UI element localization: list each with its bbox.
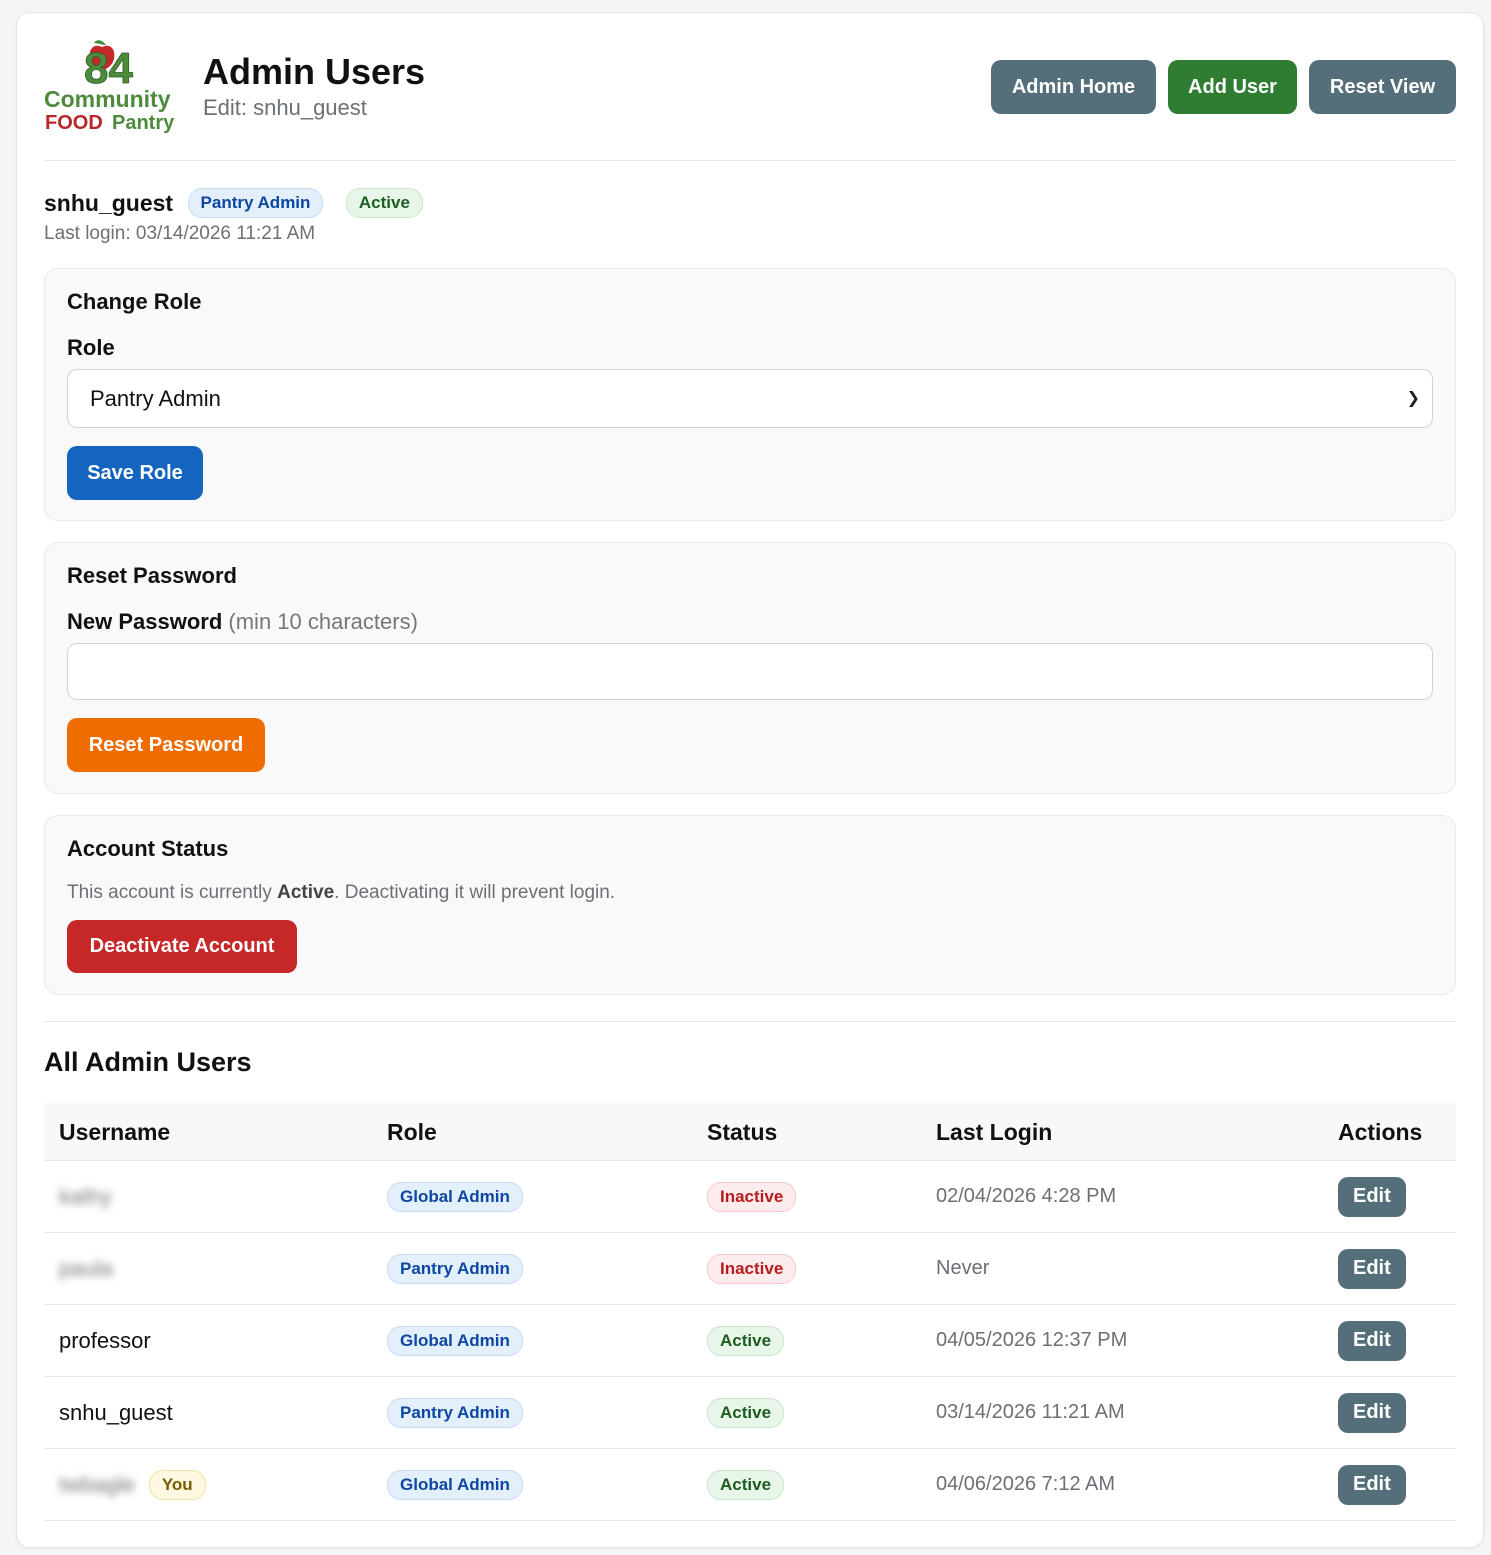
role-select[interactable]: Pantry Admin ❯ [67, 369, 1433, 428]
add-user-button[interactable]: Add User [1168, 60, 1297, 114]
user-summary: snhu_guest Pantry Admin Active [44, 188, 423, 218]
food-pantry-logo: 84 Community FOOD Pantry [44, 40, 175, 133]
account-status-text: This account is currently Active. Deacti… [67, 882, 615, 904]
role-label: Role [67, 335, 115, 360]
edit-button[interactable]: Edit [1338, 1176, 1406, 1217]
column-status: Status [707, 1119, 778, 1145]
new-password-hint: (min 10 characters) [228, 609, 418, 634]
table-row: professor Global Admin Active 04/05/2026… [44, 1305, 1456, 1377]
edit-button[interactable]: Edit [1338, 1320, 1406, 1361]
row-status-badge: Active [707, 1397, 785, 1428]
new-password-label-text: New Password [67, 609, 223, 634]
change-role-heading: Change Role [67, 289, 202, 314]
table-row: kathy Global Admin Inactive 02/04/2026 4… [44, 1161, 1456, 1233]
you-badge: You [148, 1469, 206, 1500]
row-last-login: 04/05/2026 12:37 PM [936, 1329, 1128, 1351]
edit-button[interactable]: Edit [1338, 1248, 1406, 1289]
row-role-badge: Global Admin [387, 1469, 523, 1500]
admin-users-table: Username Role Status Last Login Actions … [44, 1103, 1456, 1521]
table-row: paula Pantry Admin Inactive Never Edit [44, 1233, 1456, 1305]
header-actions: Admin Home Add User Reset View [991, 60, 1456, 114]
page-header: 84 Community FOOD Pantry Admin Users Edi… [44, 13, 1456, 161]
reset-view-button[interactable]: Reset View [1309, 60, 1456, 114]
table-row: snhu_guest Pantry Admin Active 03/14/202… [44, 1377, 1456, 1449]
row-username: professor [59, 1327, 151, 1353]
row-last-login: 02/04/2026 4:28 PM [936, 1185, 1117, 1207]
account-status-panel: Account Status This account is currently… [44, 815, 1456, 995]
row-last-login: 03/14/2026 11:21 AM [936, 1401, 1125, 1423]
logo-pantry: Pantry [112, 112, 175, 133]
section-divider [44, 1021, 1456, 1022]
status-text-value: Active [277, 882, 335, 903]
change-role-panel: Change Role Role Pantry Admin ❯ Save Rol… [44, 268, 1456, 521]
save-role-button[interactable]: Save Role [67, 446, 203, 500]
row-username: kathy [59, 1183, 112, 1209]
reset-password-panel: Reset Password New Password (min 10 char… [44, 542, 1456, 794]
status-text-before: This account is currently [67, 882, 278, 903]
admin-home-button[interactable]: Admin Home [991, 60, 1156, 114]
row-last-login: 04/06/2026 7:12 AM [936, 1473, 1116, 1495]
row-role-badge: Global Admin [387, 1181, 523, 1212]
new-password-label: New Password (min 10 characters) [67, 609, 418, 635]
new-password-input[interactable] [67, 643, 1433, 700]
edit-button[interactable]: Edit [1338, 1464, 1406, 1505]
main-card: 84 Community FOOD Pantry Admin Users Edi… [16, 12, 1484, 1548]
row-status-badge: Active [707, 1469, 785, 1500]
column-username: Username [59, 1119, 171, 1145]
reset-password-heading: Reset Password [67, 563, 237, 588]
column-last-login: Last Login [936, 1119, 1053, 1145]
page-title: Admin Users [203, 51, 426, 92]
row-role-badge: Pantry Admin [387, 1397, 523, 1428]
row-username: twbagle [59, 1471, 135, 1497]
logo-food: FOOD [45, 112, 103, 133]
column-role: Role [387, 1119, 437, 1145]
row-username: snhu_guest [59, 1399, 173, 1425]
table-header: Username Role Status Last Login Actions [44, 1103, 1456, 1161]
row-role-badge: Global Admin [387, 1325, 523, 1356]
page-subtitle: Edit: snhu_guest [203, 95, 367, 120]
all-users-heading: All Admin Users [44, 1047, 252, 1077]
reset-password-button[interactable]: Reset Password [67, 718, 265, 772]
status-badge: Active [345, 188, 423, 218]
table-row: twbagle You Global Admin Active 04/06/20… [44, 1449, 1456, 1521]
user-username: snhu_guest [44, 189, 174, 216]
role-select-value: Pantry Admin [90, 386, 221, 411]
row-status-badge: Inactive [707, 1253, 797, 1284]
deactivate-account-button[interactable]: Deactivate Account [67, 920, 297, 973]
row-role-badge: Pantry Admin [387, 1253, 523, 1284]
last-login-text: Last login: 03/14/2026 11:21 AM [44, 223, 316, 244]
row-status-badge: Inactive [707, 1181, 797, 1212]
row-status-badge: Active [707, 1325, 785, 1356]
column-actions: Actions [1338, 1119, 1423, 1145]
status-text-after: . Deactivating it will prevent login. [334, 882, 616, 903]
edit-button[interactable]: Edit [1338, 1392, 1406, 1433]
account-status-heading: Account Status [67, 836, 229, 861]
chevron-down-icon: ❯ [1406, 390, 1420, 407]
row-last-login: Never [936, 1257, 990, 1279]
logo-community: Community [44, 86, 171, 112]
role-badge: Pantry Admin [187, 188, 324, 218]
row-username: paula [59, 1255, 113, 1281]
